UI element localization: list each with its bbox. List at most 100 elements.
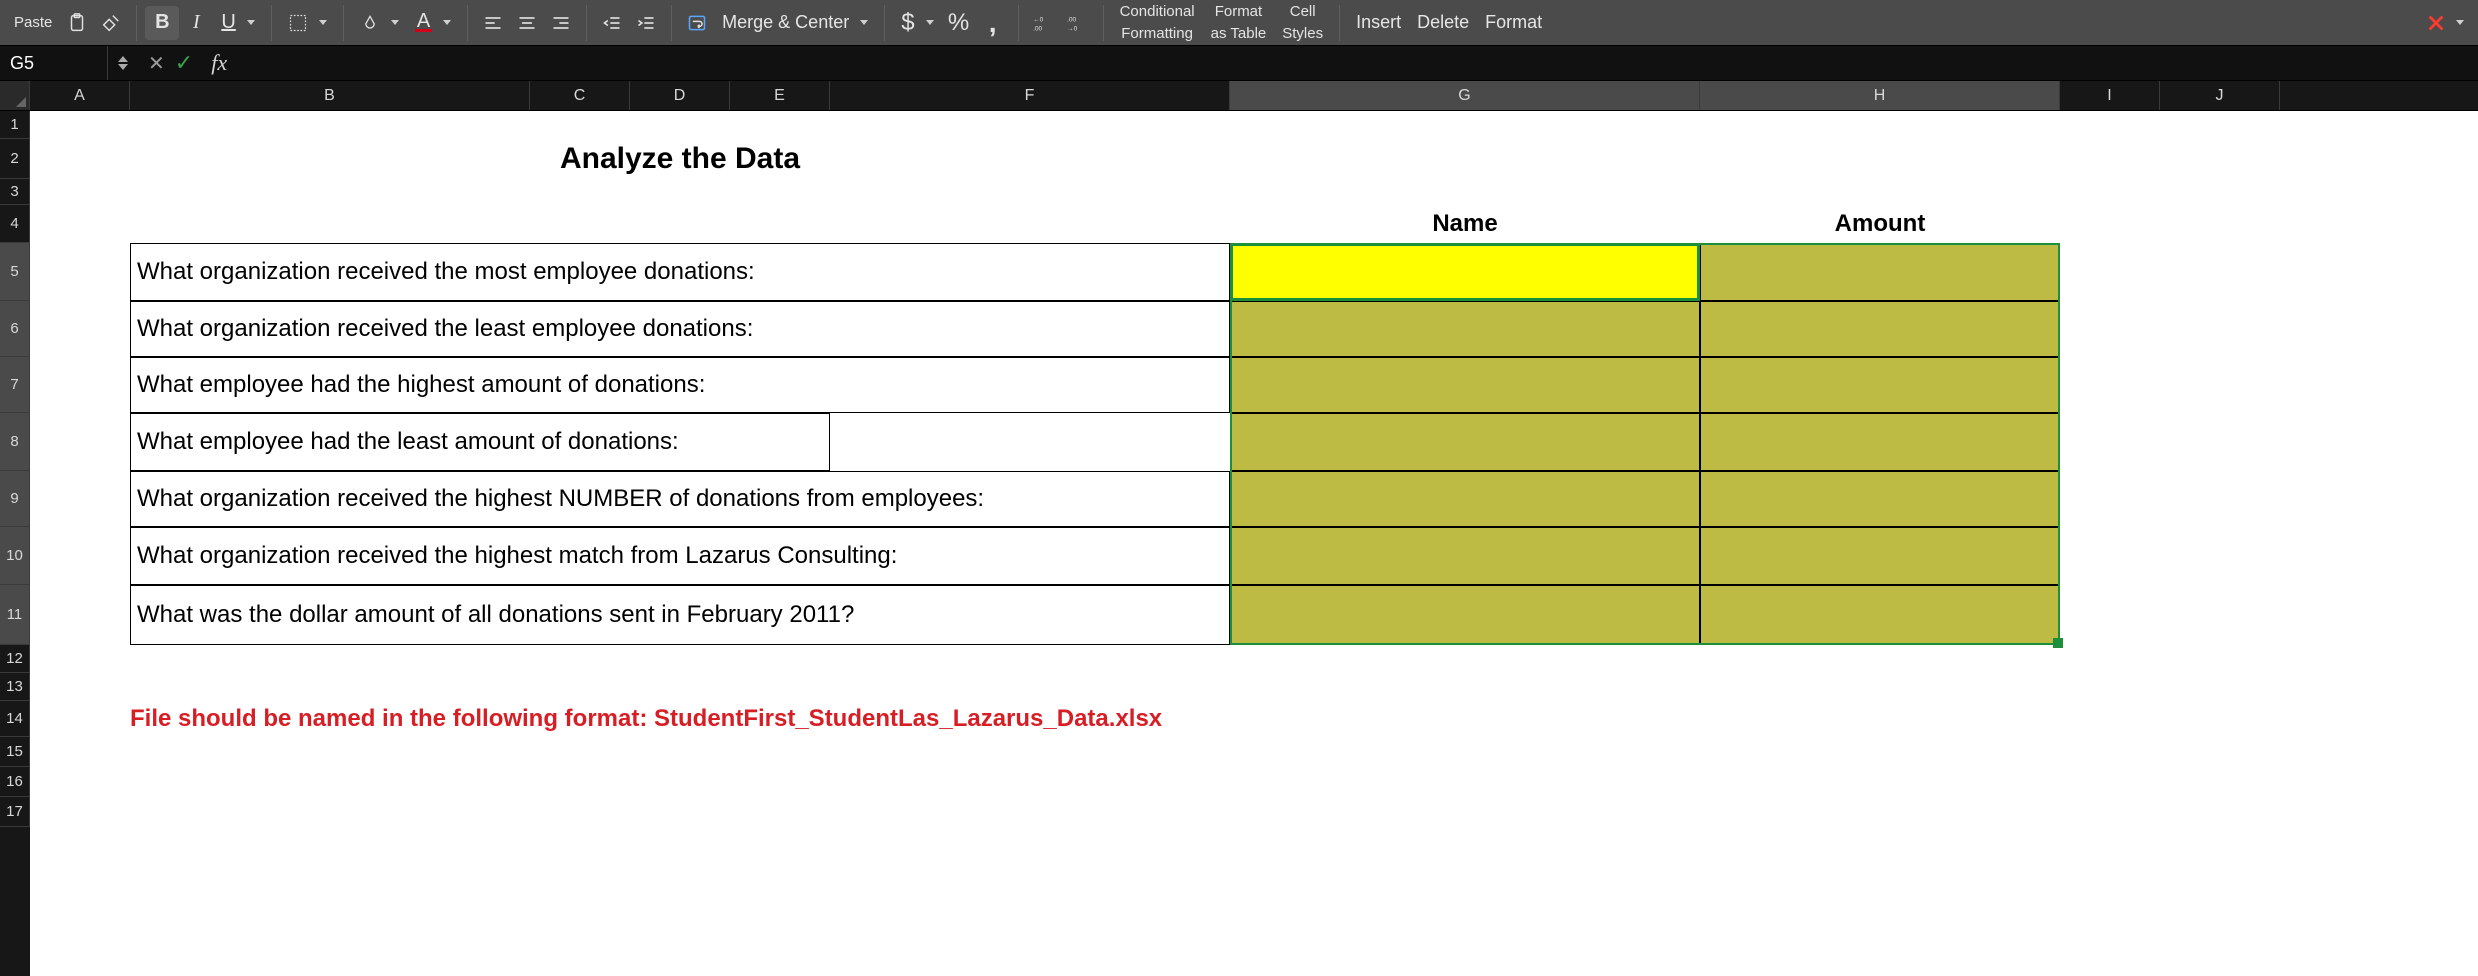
cell-G7[interactable] xyxy=(1230,357,1700,413)
ribbon: Paste B I U A xyxy=(0,0,2478,45)
question-row-5[interactable]: What organization received the most empl… xyxy=(130,243,1230,301)
footer-note: File should be named in the following fo… xyxy=(130,701,1700,737)
cell-H6[interactable] xyxy=(1700,301,2060,357)
col-header-B[interactable]: B xyxy=(130,81,530,110)
row-header-3[interactable]: 3 xyxy=(0,179,30,205)
cancel-entry-button[interactable]: ✕ xyxy=(148,51,165,76)
increase-indent-button[interactable] xyxy=(629,6,663,40)
cell-G11[interactable] xyxy=(1230,585,1700,645)
name-box-stepper[interactable] xyxy=(108,56,138,70)
clipboard-icon[interactable] xyxy=(60,6,94,40)
decrease-indent-button[interactable] xyxy=(595,6,629,40)
col-header-A[interactable]: A xyxy=(30,81,130,110)
cell-G5[interactable] xyxy=(1230,243,1700,301)
row-header-14[interactable]: 14 xyxy=(0,701,30,737)
row-header-13[interactable]: 13 xyxy=(0,673,30,701)
cell-H11[interactable] xyxy=(1700,585,2060,645)
grid-area: 1 2 3 4 5 6 7 8 9 10 11 12 13 14 15 16 1… xyxy=(0,111,2478,976)
italic-button[interactable]: I xyxy=(179,6,213,40)
col-header-E[interactable]: E xyxy=(730,81,830,110)
clear-dropdown[interactable] xyxy=(2417,12,2472,34)
formula-input[interactable] xyxy=(245,46,2478,80)
cell-H9[interactable] xyxy=(1700,471,2060,527)
arrow-up-icon[interactable] xyxy=(118,56,128,62)
cell-H10[interactable] xyxy=(1700,527,2060,585)
percent-button[interactable]: % xyxy=(942,6,976,40)
comma-button[interactable]: , xyxy=(976,6,1010,40)
row-header-4[interactable]: 4 xyxy=(0,205,30,243)
format-as-table-button[interactable]: Format as Table xyxy=(1203,3,1275,43)
row-header-5[interactable]: 5 xyxy=(0,243,30,301)
delete-button[interactable]: Delete xyxy=(1409,6,1477,40)
paste-button[interactable]: Paste xyxy=(6,3,60,43)
align-center-button[interactable] xyxy=(510,6,544,40)
align-right-button[interactable] xyxy=(544,6,578,40)
name-box[interactable]: G5 xyxy=(0,46,108,80)
font-color-dropdown[interactable]: A xyxy=(407,6,459,40)
col-header-F[interactable]: F xyxy=(830,81,1230,110)
svg-text:←0: ←0 xyxy=(1033,16,1044,23)
row-header-6[interactable]: 6 xyxy=(0,301,30,357)
underline-button[interactable]: U xyxy=(213,6,262,40)
cell-G8[interactable] xyxy=(1230,413,1700,471)
format-button[interactable]: Format xyxy=(1477,6,1550,40)
cf-l1: Conditional xyxy=(1120,4,1195,20)
decrease-decimal-button[interactable]: .00→0 xyxy=(1061,6,1095,40)
cell-G6[interactable] xyxy=(1230,301,1700,357)
question-row-9[interactable]: What organization received the highest N… xyxy=(130,471,1230,527)
format-painter-icon[interactable] xyxy=(94,6,128,40)
row-header-15[interactable]: 15 xyxy=(0,737,30,767)
cf-l2: Formatting xyxy=(1121,26,1193,42)
cell-styles-button[interactable]: Cell Styles xyxy=(1274,3,1331,43)
col-header-I[interactable]: I xyxy=(2060,81,2160,110)
row-header-17[interactable]: 17 xyxy=(0,797,30,827)
currency-symbol: $ xyxy=(901,9,914,37)
row-headers: 1 2 3 4 5 6 7 8 9 10 11 12 13 14 15 16 1… xyxy=(0,111,30,976)
row-header-9[interactable]: 9 xyxy=(0,471,30,527)
currency-dropdown[interactable]: $ xyxy=(893,6,941,40)
row-header-16[interactable]: 16 xyxy=(0,767,30,797)
borders-dropdown[interactable] xyxy=(280,6,335,40)
wrap-text-button[interactable] xyxy=(680,6,714,40)
cell-H7[interactable] xyxy=(1700,357,2060,413)
cell-H5[interactable] xyxy=(1700,243,2060,301)
fat-l1: Format xyxy=(1215,4,1263,20)
insert-button[interactable]: Insert xyxy=(1348,6,1409,40)
fx-button[interactable]: fx xyxy=(203,50,235,76)
question-row-8[interactable]: What employee had the least amount of do… xyxy=(130,413,830,471)
conditional-formatting-button[interactable]: Conditional Formatting xyxy=(1112,3,1203,43)
question-row-7[interactable]: What employee had the highest amount of … xyxy=(130,357,1230,413)
question-row-6[interactable]: What organization received the least emp… xyxy=(130,301,1230,357)
row-header-1[interactable]: 1 xyxy=(0,111,30,139)
row-header-7[interactable]: 7 xyxy=(0,357,30,413)
question-row-11[interactable]: What was the dollar amount of all donati… xyxy=(130,585,1230,645)
amount-header: Amount xyxy=(1700,205,2060,243)
bold-button[interactable]: B xyxy=(145,6,179,40)
arrow-down-icon[interactable] xyxy=(118,64,128,70)
merge-center-dropdown[interactable]: Merge & Center xyxy=(714,6,876,40)
row-header-8[interactable]: 8 xyxy=(0,413,30,471)
question-row-10[interactable]: What organization received the highest m… xyxy=(130,527,1230,585)
col-header-H[interactable]: H xyxy=(1700,81,2060,110)
col-header-J[interactable]: J xyxy=(2160,81,2280,110)
worksheet[interactable]: Analyze the Data Name Amount What organi… xyxy=(30,111,2478,976)
select-all-corner[interactable] xyxy=(0,81,30,110)
increase-decimal-button[interactable]: ←0.00 xyxy=(1027,6,1061,40)
col-header-D[interactable]: D xyxy=(630,81,730,110)
col-header-C[interactable]: C xyxy=(530,81,630,110)
align-left-button[interactable] xyxy=(476,6,510,40)
paste-label: Paste xyxy=(14,15,52,31)
bold-label: B xyxy=(155,11,169,34)
col-header-G[interactable]: G xyxy=(1230,81,1700,110)
row-header-2[interactable]: 2 xyxy=(0,139,30,179)
cell-G9[interactable] xyxy=(1230,471,1700,527)
row-header-11[interactable]: 11 xyxy=(0,585,30,645)
column-headers: A B C D E F G H I J xyxy=(0,81,2478,111)
confirm-entry-button[interactable]: ✓ xyxy=(175,50,193,76)
fill-color-dropdown[interactable] xyxy=(352,6,407,40)
row-header-12[interactable]: 12 xyxy=(0,645,30,673)
formula-bar: G5 ✕ ✓ fx xyxy=(0,45,2478,81)
cell-H8[interactable] xyxy=(1700,413,2060,471)
row-header-10[interactable]: 10 xyxy=(0,527,30,585)
cell-G10[interactable] xyxy=(1230,527,1700,585)
